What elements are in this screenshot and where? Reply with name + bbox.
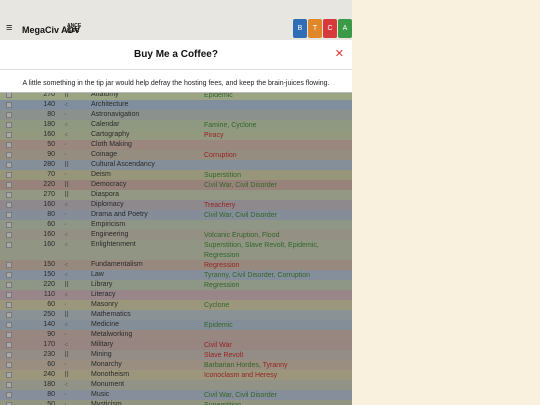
modal-backdrop[interactable] xyxy=(0,40,352,405)
player-button-a[interactable]: A xyxy=(338,19,352,38)
player-button-t[interactable]: T xyxy=(308,19,322,38)
modal-divider xyxy=(0,69,352,70)
app-logo-suffix: ANCE ISOR xyxy=(67,23,82,34)
coffee-modal: Buy Me a Coffee? ✕ A little something in… xyxy=(0,40,352,93)
top-bar: ≡ MegaCiv ADV ANCE ISOR BTCA xyxy=(0,0,352,40)
hamburger-icon[interactable]: ≡ xyxy=(6,22,12,34)
app-window: ≡ MegaCiv ADV ANCE ISOR BTCA 270 ⠿ Anatomy… xyxy=(0,0,352,405)
modal-body-text: A little something in the tip jar would … xyxy=(22,80,330,87)
player-button-c[interactable]: C xyxy=(323,19,337,38)
player-button-b[interactable]: B xyxy=(293,19,307,38)
close-icon[interactable]: ✕ xyxy=(335,47,344,60)
modal-title: Buy Me a Coffee? xyxy=(134,49,218,60)
